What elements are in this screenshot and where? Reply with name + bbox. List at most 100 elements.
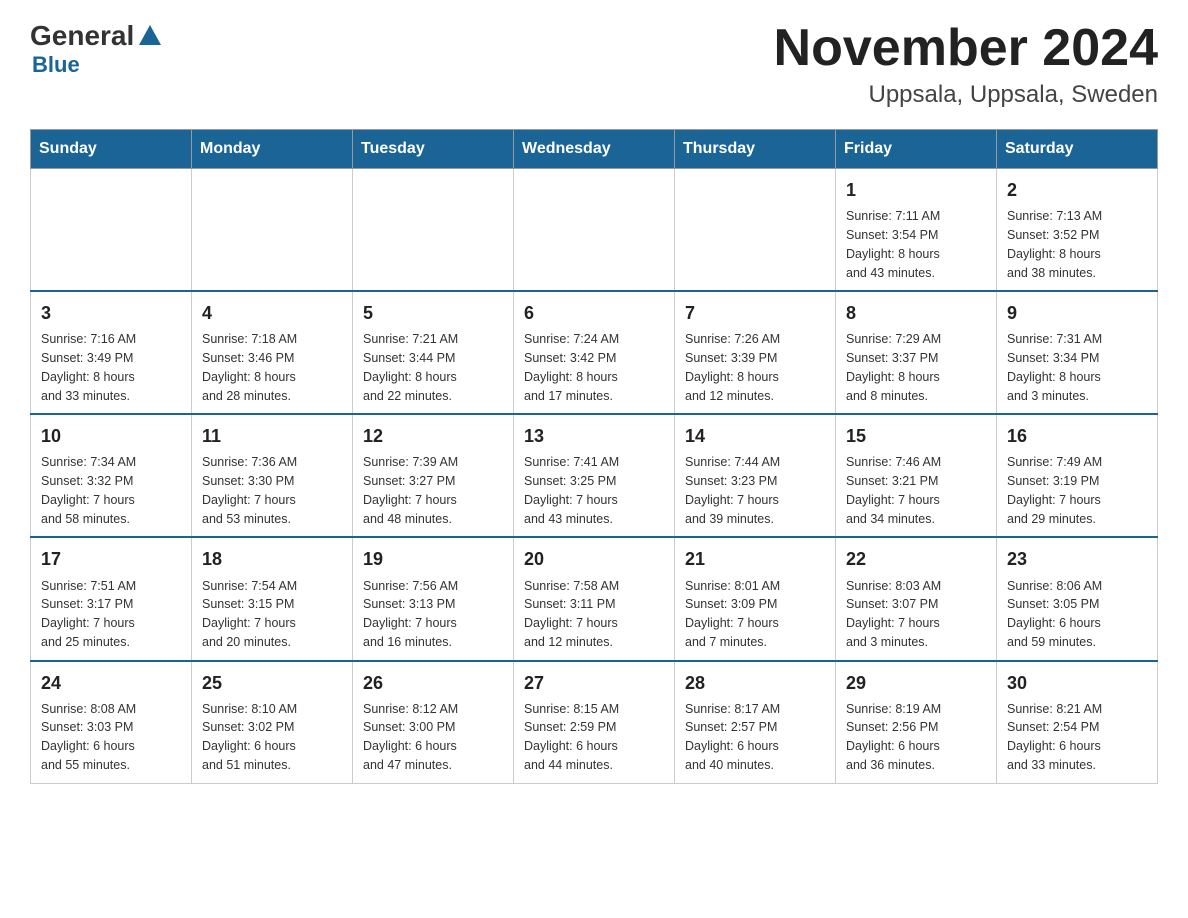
day-number: 28: [685, 670, 825, 696]
day-info: Sunrise: 7:44 AMSunset: 3:23 PMDaylight:…: [685, 453, 825, 528]
day-info: Sunrise: 7:26 AMSunset: 3:39 PMDaylight:…: [685, 330, 825, 405]
day-number: 11: [202, 423, 342, 449]
day-info: Sunrise: 7:24 AMSunset: 3:42 PMDaylight:…: [524, 330, 664, 405]
day-info: Sunrise: 8:12 AMSunset: 3:00 PMDaylight:…: [363, 700, 503, 775]
day-number: 4: [202, 300, 342, 326]
day-info: Sunrise: 8:15 AMSunset: 2:59 PMDaylight:…: [524, 700, 664, 775]
day-info: Sunrise: 7:29 AMSunset: 3:37 PMDaylight:…: [846, 330, 986, 405]
day-info: Sunrise: 7:13 AMSunset: 3:52 PMDaylight:…: [1007, 207, 1147, 282]
day-info: Sunrise: 7:16 AMSunset: 3:49 PMDaylight:…: [41, 330, 181, 405]
day-info: Sunrise: 7:39 AMSunset: 3:27 PMDaylight:…: [363, 453, 503, 528]
calendar-cell: 18 Sunrise: 7:54 AMSunset: 3:15 PMDayligh…: [192, 537, 353, 660]
day-number: 17: [41, 546, 181, 572]
day-number: 29: [846, 670, 986, 696]
calendar-cell: 12 Sunrise: 7:39 AMSunset: 3:27 PMDayligh…: [353, 414, 514, 537]
day-number: 26: [363, 670, 503, 696]
calendar-cell: 10 Sunrise: 7:34 AMSunset: 3:32 PMDayligh…: [31, 414, 192, 537]
weekday-header-wednesday: Wednesday: [514, 130, 675, 169]
calendar-cell: 2 Sunrise: 7:13 AMSunset: 3:52 PMDaylight…: [997, 169, 1158, 292]
location-title: Uppsala, Uppsala, Sweden: [774, 81, 1158, 109]
calendar-cell: 30 Sunrise: 8:21 AMSunset: 2:54 PMDayligh…: [997, 661, 1158, 784]
calendar-cell: 24 Sunrise: 8:08 AMSunset: 3:03 PMDayligh…: [31, 661, 192, 784]
day-number: 15: [846, 423, 986, 449]
day-info: Sunrise: 8:17 AMSunset: 2:57 PMDaylight:…: [685, 700, 825, 775]
day-number: 10: [41, 423, 181, 449]
logo: General Blue: [30, 20, 166, 78]
weekday-header-saturday: Saturday: [997, 130, 1158, 169]
calendar-cell: 6 Sunrise: 7:24 AMSunset: 3:42 PMDaylight…: [514, 291, 675, 414]
logo-triangle-icon: [137, 23, 163, 49]
calendar-week-row: 17 Sunrise: 7:51 AMSunset: 3:17 PMDayligh…: [31, 537, 1158, 660]
calendar-cell: 3 Sunrise: 7:16 AMSunset: 3:49 PMDaylight…: [31, 291, 192, 414]
calendar-cell: 4 Sunrise: 7:18 AMSunset: 3:46 PMDaylight…: [192, 291, 353, 414]
calendar-cell: 8 Sunrise: 7:29 AMSunset: 3:37 PMDaylight…: [836, 291, 997, 414]
calendar-cell: [675, 169, 836, 292]
day-number: 30: [1007, 670, 1147, 696]
day-info: Sunrise: 7:58 AMSunset: 3:11 PMDaylight:…: [524, 577, 664, 652]
day-number: 7: [685, 300, 825, 326]
day-info: Sunrise: 7:54 AMSunset: 3:15 PMDaylight:…: [202, 577, 342, 652]
day-info: Sunrise: 7:31 AMSunset: 3:34 PMDaylight:…: [1007, 330, 1147, 405]
calendar-cell: 20Sunrise: 7:58 AMSunset: 3:11 PMDayligh…: [514, 537, 675, 660]
calendar-week-row: 3 Sunrise: 7:16 AMSunset: 3:49 PMDaylight…: [31, 291, 1158, 414]
calendar-cell: 19 Sunrise: 7:56 AMSunset: 3:13 PMDayligh…: [353, 537, 514, 660]
calendar-week-row: 1Sunrise: 7:11 AMSunset: 3:54 PMDaylight…: [31, 169, 1158, 292]
day-info: Sunrise: 8:06 AMSunset: 3:05 PMDaylight:…: [1007, 577, 1147, 652]
day-number: 18: [202, 546, 342, 572]
calendar-cell: 11Sunrise: 7:36 AMSunset: 3:30 PMDayligh…: [192, 414, 353, 537]
day-info: Sunrise: 7:34 AMSunset: 3:32 PMDaylight:…: [41, 453, 181, 528]
day-info: Sunrise: 7:18 AMSunset: 3:46 PMDaylight:…: [202, 330, 342, 405]
calendar-cell: 25 Sunrise: 8:10 AMSunset: 3:02 PMDayligh…: [192, 661, 353, 784]
day-info: Sunrise: 8:01 AMSunset: 3:09 PMDaylight:…: [685, 577, 825, 652]
day-number: 5: [363, 300, 503, 326]
day-info: Sunrise: 7:41 AMSunset: 3:25 PMDaylight:…: [524, 453, 664, 528]
month-title: November 2024: [774, 20, 1158, 77]
day-info: Sunrise: 7:51 AMSunset: 3:17 PMDaylight:…: [41, 577, 181, 652]
day-number: 19: [363, 546, 503, 572]
day-number: 8: [846, 300, 986, 326]
day-info: Sunrise: 7:11 AMSunset: 3:54 PMDaylight:…: [846, 207, 986, 282]
day-number: 25: [202, 670, 342, 696]
page-header: General Blue November 2024 Uppsala, Upps…: [30, 20, 1158, 109]
title-block: November 2024 Uppsala, Uppsala, Sweden: [774, 20, 1158, 109]
calendar-cell: 14Sunrise: 7:44 AMSunset: 3:23 PMDayligh…: [675, 414, 836, 537]
calendar-table: SundayMondayTuesdayWednesdayThursdayFrid…: [30, 129, 1158, 783]
calendar-cell: 26 Sunrise: 8:12 AMSunset: 3:00 PMDayligh…: [353, 661, 514, 784]
calendar-cell: [31, 169, 192, 292]
day-info: Sunrise: 8:21 AMSunset: 2:54 PMDaylight:…: [1007, 700, 1147, 775]
calendar-cell: 15 Sunrise: 7:46 AMSunset: 3:21 PMDayligh…: [836, 414, 997, 537]
calendar-cell: 27 Sunrise: 8:15 AMSunset: 2:59 PMDayligh…: [514, 661, 675, 784]
day-info: Sunrise: 7:21 AMSunset: 3:44 PMDaylight:…: [363, 330, 503, 405]
calendar-header-row: SundayMondayTuesdayWednesdayThursdayFrid…: [31, 130, 1158, 169]
day-info: Sunrise: 8:19 AMSunset: 2:56 PMDaylight:…: [846, 700, 986, 775]
day-number: 9: [1007, 300, 1147, 326]
day-number: 6: [524, 300, 664, 326]
day-number: 23: [1007, 546, 1147, 572]
weekday-header-friday: Friday: [836, 130, 997, 169]
calendar-cell: [192, 169, 353, 292]
logo-blue-text: Blue: [32, 52, 80, 78]
weekday-header-tuesday: Tuesday: [353, 130, 514, 169]
calendar-cell: 22Sunrise: 8:03 AMSunset: 3:07 PMDayligh…: [836, 537, 997, 660]
day-number: 13: [524, 423, 664, 449]
day-number: 2: [1007, 177, 1147, 203]
day-info: Sunrise: 8:10 AMSunset: 3:02 PMDaylight:…: [202, 700, 342, 775]
day-number: 27: [524, 670, 664, 696]
day-number: 3: [41, 300, 181, 326]
calendar-week-row: 24 Sunrise: 8:08 AMSunset: 3:03 PMDayligh…: [31, 661, 1158, 784]
calendar-cell: 7 Sunrise: 7:26 AMSunset: 3:39 PMDaylight…: [675, 291, 836, 414]
day-info: Sunrise: 7:46 AMSunset: 3:21 PMDaylight:…: [846, 453, 986, 528]
calendar-cell: 13 Sunrise: 7:41 AMSunset: 3:25 PMDayligh…: [514, 414, 675, 537]
day-number: 21: [685, 546, 825, 572]
weekday-header-monday: Monday: [192, 130, 353, 169]
day-info: Sunrise: 8:08 AMSunset: 3:03 PMDaylight:…: [41, 700, 181, 775]
day-info: Sunrise: 8:03 AMSunset: 3:07 PMDaylight:…: [846, 577, 986, 652]
calendar-cell: 17 Sunrise: 7:51 AMSunset: 3:17 PMDayligh…: [31, 537, 192, 660]
logo-general-text: General: [30, 20, 134, 52]
day-info: Sunrise: 7:49 AMSunset: 3:19 PMDaylight:…: [1007, 453, 1147, 528]
day-info: Sunrise: 7:56 AMSunset: 3:13 PMDaylight:…: [363, 577, 503, 652]
day-number: 24: [41, 670, 181, 696]
day-number: 12: [363, 423, 503, 449]
calendar-cell: 5 Sunrise: 7:21 AMSunset: 3:44 PMDaylight…: [353, 291, 514, 414]
calendar-cell: 23 Sunrise: 8:06 AMSunset: 3:05 PMDayligh…: [997, 537, 1158, 660]
